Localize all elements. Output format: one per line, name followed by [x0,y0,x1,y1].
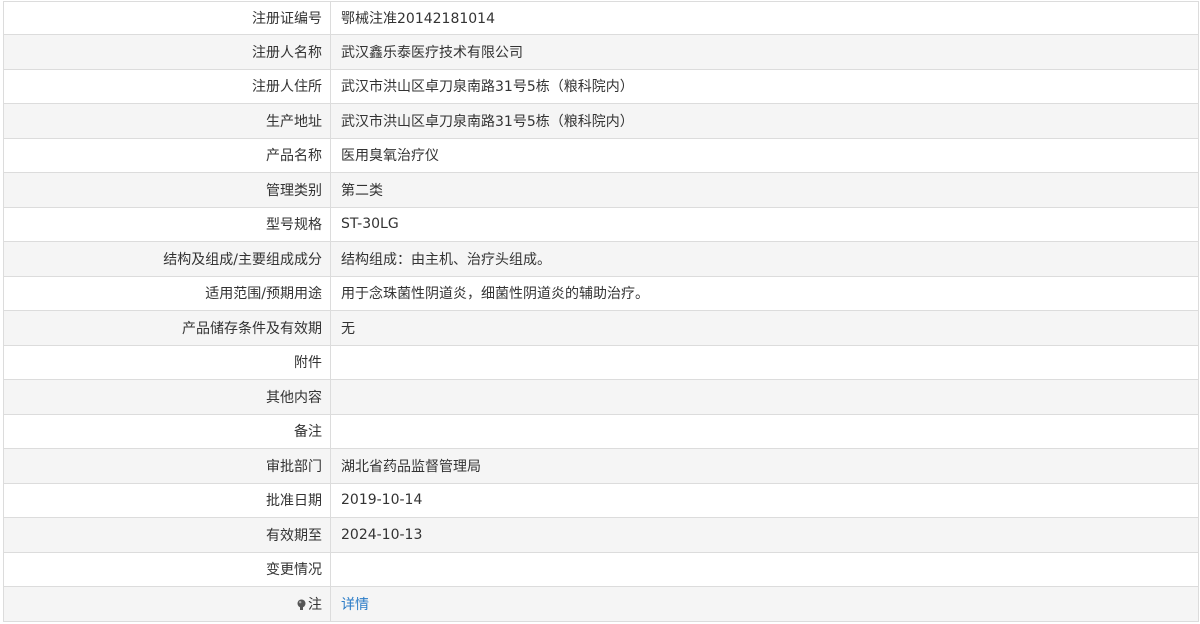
row-label: 生产地址 [4,104,331,138]
row-registration-number: 注册证编号 鄂械注准20142181014 [4,1,1198,35]
row-storage-validity: 产品储存条件及有效期 无 [4,311,1198,346]
row-label: 注册证编号 [4,2,331,34]
row-label: 变更情况 [4,552,331,586]
row-value: 2024-10-13 [341,526,423,543]
row-registrant-name: 注册人名称 武汉鑫乐泰医疗技术有限公司 [4,35,1198,70]
row-other-content: 其他内容 [4,380,1198,415]
row-label: 批准日期 [4,483,331,517]
row-structure-composition: 结构及组成/主要组成成分 结构组成：由主机、治疗头组成。 [4,242,1198,277]
row-product-name: 产品名称 医用臭氧治疗仪 [4,138,1198,173]
row-value: 武汉市洪山区卓刀泉南路31号5栋（粮科院内） [341,79,634,96]
row-label: 结构及组成/主要组成成分 [4,242,331,276]
row-production-address: 生产地址 武汉市洪山区卓刀泉南路31号5栋（粮科院内） [4,104,1198,139]
note-label-cell: 注 [4,587,331,621]
row-value: 无 [341,320,355,337]
row-registrant-address: 注册人住所 武汉市洪山区卓刀泉南路31号5栋（粮科院内） [4,69,1198,104]
row-value: 武汉鑫乐泰医疗技术有限公司 [341,44,523,61]
row-note: 注 详情 [4,587,1198,622]
row-label: 注册人名称 [4,35,331,69]
registration-info-table: 注册证编号 鄂械注准20142181014 注册人名称 武汉鑫乐泰医疗技术有限公… [3,1,1199,622]
row-label: 管理类别 [4,173,331,207]
details-link[interactable]: 详情 [341,594,369,614]
row-value: 湖北省药品监督管理局 [341,458,481,475]
row-label: 有效期至 [4,518,331,552]
row-intended-use: 适用范围/预期用途 用于念珠菌性阴道炎，细菌性阴道炎的辅助治疗。 [4,276,1198,311]
row-value: 武汉市洪山区卓刀泉南路31号5栋（粮科院内） [341,113,634,130]
row-label: 产品名称 [4,138,331,172]
row-model-spec: 型号规格 ST-30LG [4,207,1198,242]
row-value: ST-30LG [341,216,399,233]
row-valid-until: 有效期至 2024-10-13 [4,518,1198,553]
row-remarks: 备注 [4,414,1198,449]
row-value [331,380,1198,414]
row-value: 医用臭氧治疗仪 [341,148,439,165]
row-approval-department: 审批部门 湖北省药品监督管理局 [4,449,1198,484]
row-value: 第二类 [341,182,383,199]
row-value: 结构组成：由主机、治疗头组成。 [341,251,551,268]
row-attachments: 附件 [4,345,1198,380]
row-value [331,553,1198,587]
row-value: 2019-10-14 [341,492,423,509]
row-value [331,346,1198,380]
row-label: 产品储存条件及有效期 [4,311,331,345]
note-label: 注 [308,596,322,613]
row-label: 注册人住所 [4,69,331,103]
row-label: 适用范围/预期用途 [4,276,331,310]
row-value [331,415,1198,449]
row-label: 其他内容 [4,380,331,414]
row-label: 型号规格 [4,207,331,241]
row-value: 详情 [331,587,1198,621]
row-value: 鄂械注准20142181014 [341,11,495,27]
row-change-status: 变更情况 [4,552,1198,587]
row-management-category: 管理类别 第二类 [4,173,1198,208]
row-label: 审批部门 [4,449,331,483]
row-label: 备注 [4,414,331,448]
note-bulb-icon [297,599,306,611]
row-label: 附件 [4,345,331,379]
row-value: 用于念珠菌性阴道炎，细菌性阴道炎的辅助治疗。 [341,286,649,303]
row-approval-date: 批准日期 2019-10-14 [4,483,1198,518]
